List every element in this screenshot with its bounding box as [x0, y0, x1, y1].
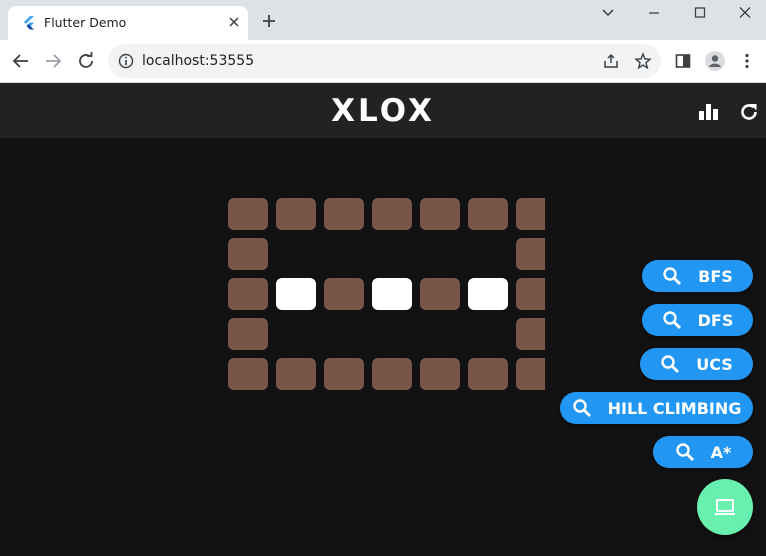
search-button-hill-climbing[interactable]: HILL CLIMBING	[560, 392, 753, 424]
game-board-area	[0, 138, 766, 556]
bookmark-star-icon[interactable]	[634, 52, 652, 70]
search-button-label: A*	[710, 442, 732, 462]
search-icon	[661, 355, 680, 373]
search-button-ucs[interactable]: UCS	[640, 348, 753, 380]
url-text[interactable]: localhost:53555	[142, 53, 254, 69]
search-icon	[663, 267, 682, 285]
wall-tile	[516, 318, 545, 350]
search-icon	[675, 443, 694, 461]
maximize-icon[interactable]	[689, 4, 711, 22]
browser-tab[interactable]: Flutter Demo	[8, 6, 248, 40]
wall-tile	[420, 358, 460, 390]
wall-tile	[420, 278, 460, 310]
reload-icon[interactable]	[77, 52, 95, 70]
app-bar: XLOX	[0, 83, 766, 138]
flutter-logo-icon	[24, 16, 34, 30]
bar-chart-icon[interactable]	[698, 101, 720, 123]
search-button-a[interactable]: A*	[653, 436, 753, 468]
wall-tile	[420, 198, 460, 230]
run-button[interactable]	[697, 479, 753, 535]
wall-tile	[468, 198, 508, 230]
info-icon[interactable]	[118, 53, 134, 69]
wall-tile	[372, 198, 412, 230]
browser-tabstrip: Flutter Demo	[0, 0, 766, 40]
search-icon	[572, 399, 591, 417]
tab-title: Flutter Demo	[44, 15, 127, 30]
empty-tile	[372, 278, 412, 310]
forward-arrow-icon[interactable]	[44, 52, 62, 70]
wall-tile	[516, 358, 545, 390]
wall-tile	[228, 318, 268, 350]
search-icon	[662, 311, 681, 329]
minimize-icon[interactable]	[643, 4, 665, 22]
side-panel-icon[interactable]	[674, 52, 692, 70]
app-title: XLOX	[331, 93, 435, 129]
search-button-dfs[interactable]: DFS	[642, 304, 753, 336]
back-arrow-icon[interactable]	[12, 52, 30, 70]
wall-tile	[324, 358, 364, 390]
wall-tile	[516, 278, 545, 310]
wall-tile	[228, 278, 268, 310]
search-button-label: BFS	[698, 266, 733, 286]
wall-tile	[228, 238, 268, 270]
wall-tile	[516, 198, 545, 230]
empty-tile	[276, 278, 316, 310]
search-button-bfs[interactable]: BFS	[642, 260, 753, 292]
profile-avatar-icon[interactable]	[704, 50, 726, 72]
wall-tile	[324, 198, 364, 230]
wall-tile	[372, 358, 412, 390]
search-button-label: UCS	[696, 354, 733, 374]
tab-search-icon[interactable]	[597, 4, 619, 22]
search-button-label: DFS	[697, 310, 734, 330]
wall-tile	[468, 358, 508, 390]
more-menu-icon[interactable]	[738, 52, 756, 70]
wall-tile	[516, 238, 545, 270]
empty-tile	[468, 278, 508, 310]
game-grid	[228, 198, 545, 394]
search-button-label: HILL CLIMBING	[607, 398, 742, 418]
close-tab-icon[interactable]	[228, 16, 240, 28]
wall-tile	[276, 358, 316, 390]
refresh-icon[interactable]	[738, 101, 760, 123]
new-tab-icon[interactable]	[262, 14, 276, 28]
address-bar[interactable]: localhost:53555	[108, 44, 661, 78]
close-window-icon[interactable]	[734, 4, 756, 22]
laptop-icon	[715, 499, 735, 515]
wall-tile	[324, 278, 364, 310]
share-icon[interactable]	[602, 52, 620, 70]
wall-tile	[228, 358, 268, 390]
wall-tile	[276, 198, 316, 230]
wall-tile	[228, 198, 268, 230]
browser-toolbar: localhost:53555	[0, 40, 766, 83]
